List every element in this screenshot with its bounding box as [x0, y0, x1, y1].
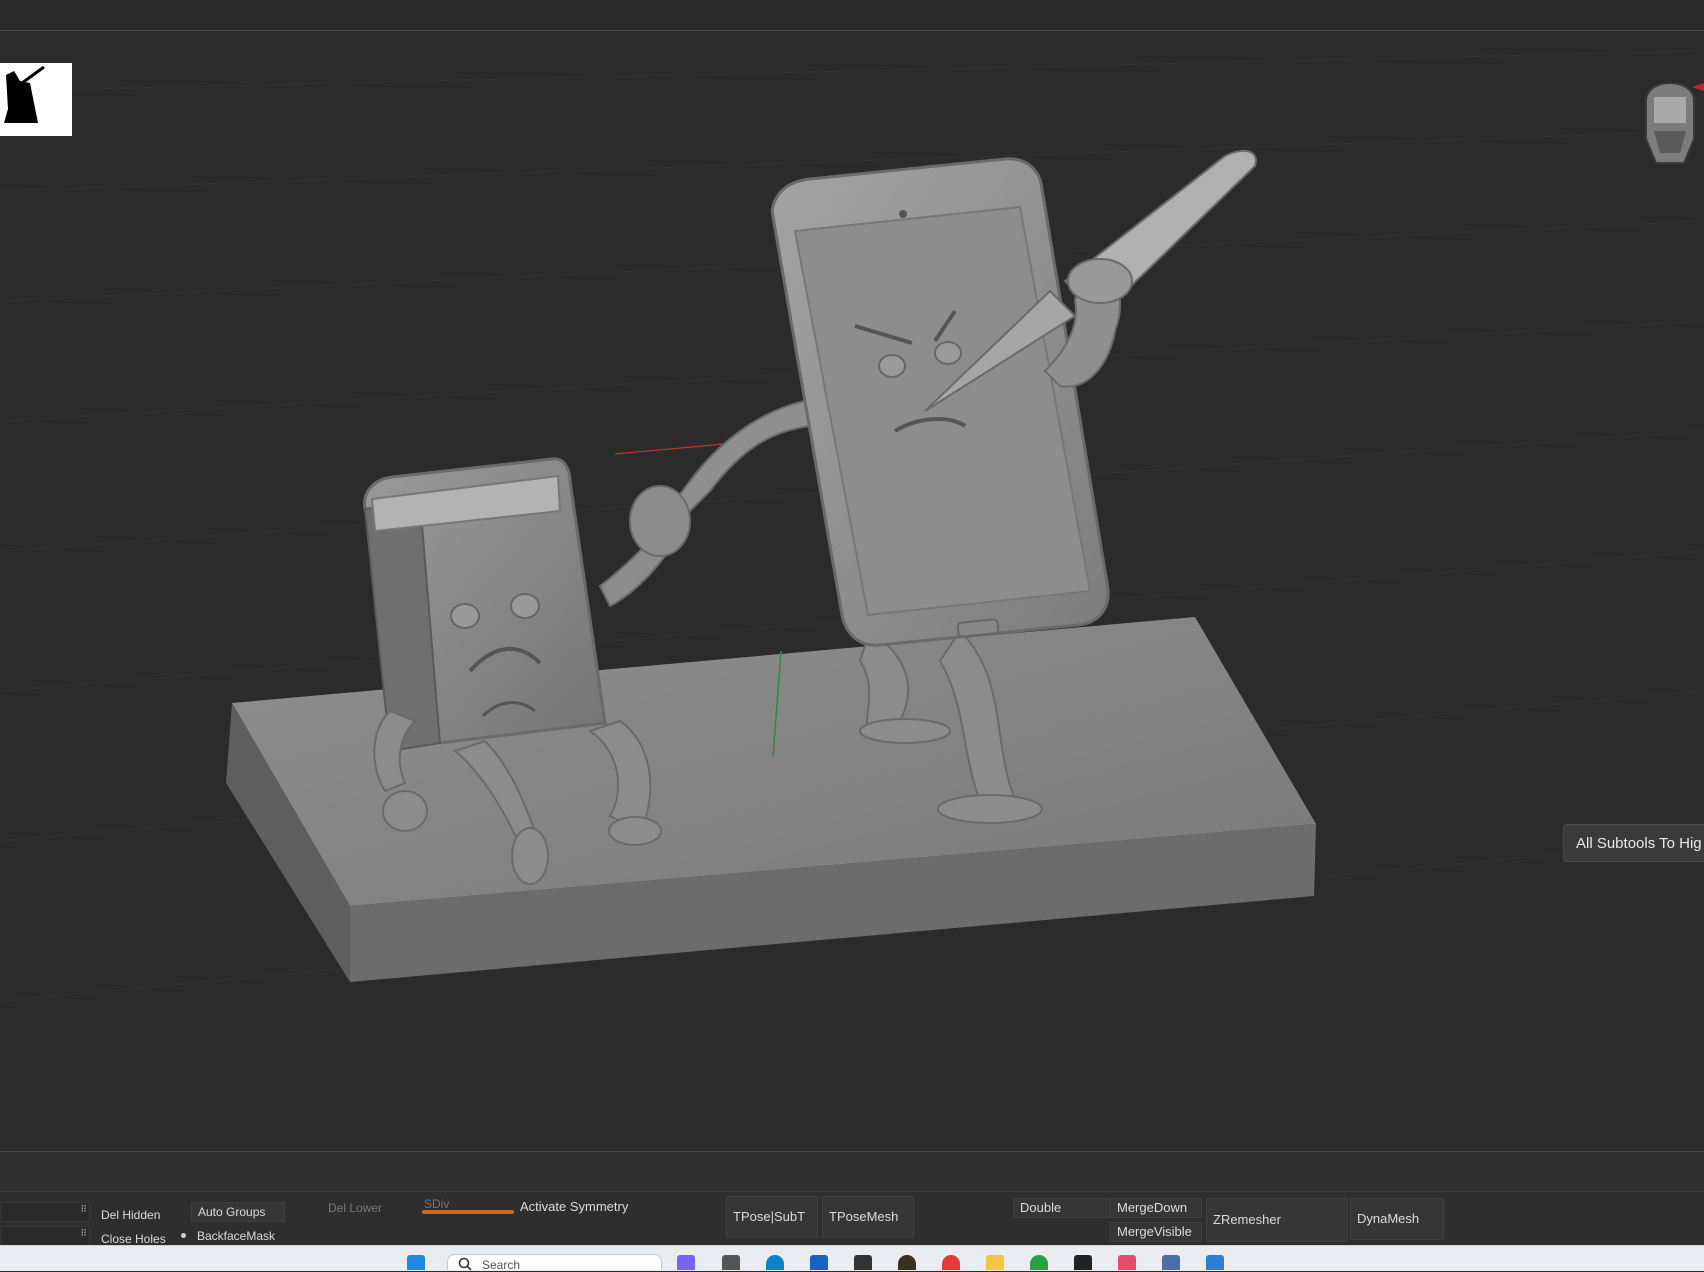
double-button[interactable]: Double: [1013, 1198, 1111, 1218]
merge-visible-button[interactable]: MergeVisible: [1110, 1222, 1202, 1242]
copilot-icon[interactable]: [677, 1255, 695, 1270]
grip-icon: ⠿: [80, 1228, 87, 1238]
del-hidden-button[interactable]: Del Hidden: [95, 1205, 187, 1225]
3d-viewport[interactable]: All Subtools To Hig: [0, 31, 1704, 1151]
zbrush-icon[interactable]: [854, 1255, 872, 1270]
chrome-icon[interactable]: [942, 1255, 960, 1270]
backface-mask-indicator: [181, 1233, 186, 1238]
subtool-tooltip: All Subtools To Hig: [1563, 824, 1704, 862]
tpose-mesh-button[interactable]: TPoseMesh: [822, 1196, 914, 1238]
calculator-icon[interactable]: [1162, 1255, 1180, 1270]
brand-logo: [0, 63, 72, 136]
windows-start-icon[interactable]: [407, 1255, 425, 1270]
top-menu-bar: [0, 0, 1704, 31]
merge-down-button[interactable]: MergeDown: [1110, 1198, 1202, 1218]
slider-field-2[interactable]: ⠿: [0, 1226, 90, 1246]
task-view-icon[interactable]: [722, 1255, 740, 1270]
edge-icon[interactable]: [766, 1255, 784, 1270]
zremesher-button[interactable]: ZRemesher: [1206, 1198, 1348, 1242]
del-lower-button[interactable]: Del Lower: [322, 1198, 412, 1218]
auto-groups-button[interactable]: Auto Groups: [191, 1202, 285, 1222]
tpose-subt-button[interactable]: TPose|SubT: [726, 1196, 818, 1238]
navigation-head-icon[interactable]: [1636, 83, 1704, 169]
backface-mask-toggle[interactable]: BackfaceMask: [191, 1226, 285, 1246]
terminal-icon[interactable]: [1074, 1255, 1092, 1270]
sdiv-slider[interactable]: [422, 1210, 514, 1214]
photos-icon[interactable]: [1206, 1255, 1224, 1270]
app-icon[interactable]: [898, 1255, 916, 1270]
whatsapp-icon[interactable]: [1030, 1255, 1048, 1270]
grip-icon: ⠿: [80, 1204, 87, 1214]
sculpt-scene: [0, 50, 1704, 1002]
book-character: [363, 457, 607, 753]
status-strip: [0, 1151, 1704, 1192]
taskbar-search[interactable]: Search: [447, 1254, 662, 1272]
snipping-tool-icon[interactable]: [1118, 1255, 1136, 1270]
file-explorer-icon[interactable]: [986, 1255, 1004, 1270]
slider-field-1[interactable]: ⠿: [0, 1202, 90, 1222]
windows-taskbar: [0, 1245, 1704, 1271]
search-icon: [458, 1257, 472, 1271]
activate-symmetry-button[interactable]: Activate Symmetry: [514, 1197, 704, 1217]
store-icon[interactable]: [810, 1255, 828, 1270]
dynamesh-button[interactable]: DynaMesh: [1350, 1198, 1444, 1240]
